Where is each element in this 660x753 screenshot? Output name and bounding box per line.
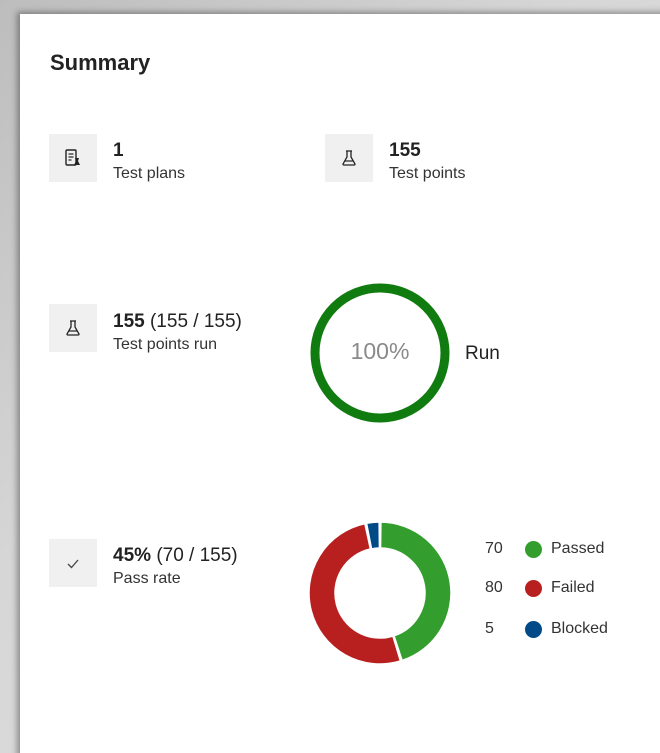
legend-label: Passed (551, 540, 605, 557)
test-points-run-stat: 155 (155 / 155) Test points run (113, 311, 242, 355)
checkmark-icon (49, 539, 97, 587)
pass-rate-stat: 45% (70 / 155) Pass rate (113, 545, 238, 589)
pass-rate-value: 45% (113, 545, 152, 566)
flask-icon (49, 304, 97, 352)
test-points-label: Test points (389, 165, 466, 182)
test-plan-icon (49, 134, 97, 182)
outcome-donut-chart (308, 521, 452, 665)
test-points-stat: 155 Test points (389, 140, 465, 184)
legend-dot (525, 540, 542, 558)
test-points-run-label: Test points run (113, 336, 218, 353)
pass-rate-label: Pass rate (113, 570, 181, 587)
summary-card: Summary 1 Test plans 155 Test points 155… (20, 14, 660, 753)
screen: Summary 1 Test plans 155 Test points 155… (0, 0, 660, 753)
legend-count: 5 (485, 620, 494, 637)
test-plans-stat: 1 Test plans (113, 140, 185, 184)
test-points-value: 155 (389, 140, 421, 161)
test-points-run-value: 155 (113, 311, 145, 332)
legend-count: 80 (485, 579, 503, 596)
legend-dot (525, 620, 542, 638)
flask-icon (325, 134, 373, 182)
legend-count: 70 (485, 540, 503, 557)
test-plans-value: 1 (113, 140, 124, 161)
run-percent: 100% (350, 338, 410, 364)
legend-label: Blocked (551, 620, 608, 637)
run-label: Run (465, 343, 500, 364)
test-points-run-detail: (155 / 155) (149, 311, 242, 332)
legend-label: Failed (551, 579, 595, 596)
test-plans-label: Test plans (113, 165, 186, 182)
legend-item-failed: 80 Failed (485, 577, 595, 599)
legend-item-blocked: 5 Blocked (485, 618, 608, 640)
legend-dot (525, 579, 542, 597)
legend-item-passed: 70 Passed (485, 538, 604, 560)
card-title: Summary (50, 50, 151, 75)
pass-rate-detail: (70 / 155) (156, 545, 238, 566)
